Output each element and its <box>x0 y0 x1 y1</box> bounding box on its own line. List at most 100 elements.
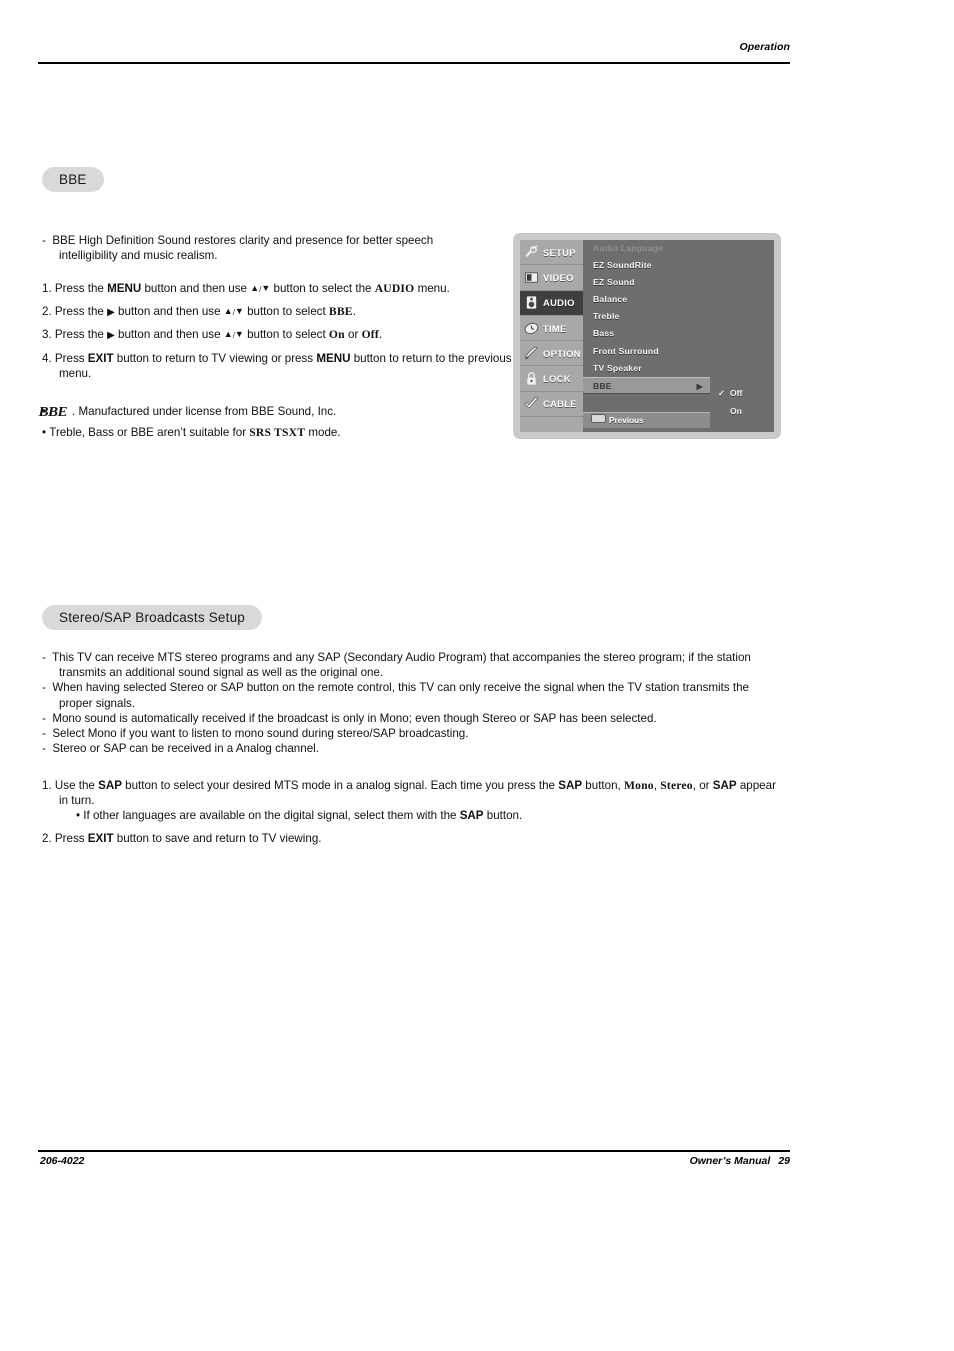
bbe-step-1: 1. Press the MENU button and then use ▲/… <box>42 281 512 297</box>
step-text: or <box>344 328 362 342</box>
step-text: . <box>352 305 356 319</box>
speaker-icon <box>526 296 537 309</box>
osd-sidebar-item-time[interactable]: TIME <box>520 316 583 342</box>
osd-menu-item-bbe[interactable]: BBE ▶ <box>583 376 710 394</box>
footer-manual-info: Owner’s Manual 29 <box>400 1155 790 1167</box>
bold-term: Stereo <box>660 779 693 792</box>
stereo-sap-steps-list: 1. Use the SAP button to select your des… <box>42 778 777 853</box>
padlock-icon <box>527 372 536 385</box>
osd-sidebar-item-video[interactable]: VIDEO <box>520 265 583 291</box>
step-text: menu. <box>414 282 450 295</box>
step-text: button to return to TV viewing or press <box>113 351 317 365</box>
bbe-notes-list: • BBE . Manufactured under license from B… <box>38 404 502 446</box>
step-text: button to select <box>243 328 329 342</box>
stereo-sap-bullet: - Mono sound is automatically received i… <box>42 711 657 725</box>
bbe-step-2: 2. Press the ▶ button and then use ▲/▼ b… <box>42 304 512 320</box>
bbe-note-2: • Treble, Bass or BBE aren’t suitable fo… <box>42 425 502 440</box>
osd-sidebar-label: AUDIO <box>543 297 575 309</box>
osd-menu-item-ez-sound[interactable]: EZ Sound <box>583 274 710 291</box>
osd-menu-label: Front Surround <box>593 345 659 356</box>
osd-previous-label: Previous <box>609 416 644 425</box>
osd-menu-item-ez-soundrite[interactable]: EZ SoundRite <box>583 257 710 274</box>
clock-icon <box>524 322 539 334</box>
check-icon <box>524 396 539 410</box>
step-text: button and then use <box>114 305 224 319</box>
subnote-text: button. <box>483 809 523 823</box>
step-text: button to select your desired MTS mode i… <box>121 779 559 792</box>
osd-sidebar-item-option[interactable]: OPTION <box>520 341 583 367</box>
step-text: button to select the <box>270 282 375 295</box>
osd-sidebar-item-setup[interactable]: SETUP <box>520 240 583 266</box>
bold-term: Mono <box>623 779 654 792</box>
osd-sidebar: SETUP VIDEO AUDIO TIME OPTION LOCK CABLE <box>520 240 583 432</box>
osd-sidebar-label: VIDEO <box>543 271 574 283</box>
bbe-note-1: • BBE. Manufactured under license from B… <box>38 404 502 419</box>
osd-submenu-label: On <box>730 406 742 416</box>
osd-menu-label: Bass <box>593 328 615 339</box>
footer-page-number: 29 <box>778 1155 790 1167</box>
osd-submenu-option-on[interactable]: On <box>710 403 774 420</box>
osd-menu-item-treble[interactable]: Treble <box>583 308 710 325</box>
bold-term: SAP <box>558 779 583 792</box>
step-number: 1. <box>42 779 52 792</box>
osd-menu-item-tv-speaker[interactable]: TV Speaker <box>583 360 710 377</box>
osd-menu-label: Balance <box>593 294 628 305</box>
bold-term: SAP <box>712 779 737 792</box>
osd-menu-label: Treble <box>593 311 620 322</box>
bbe-step-4: 4. Press EXIT button to return to TV vie… <box>42 351 512 381</box>
step-text: Press the <box>54 328 108 342</box>
osd-menu-item-audio-language[interactable]: Audio Language <box>583 240 710 257</box>
step-number: 3. <box>42 328 52 342</box>
osd-submenu-option-off[interactable]: ✓ Off <box>710 385 774 402</box>
down-arrow-icon: ▼ <box>234 306 244 317</box>
osd-sidebar-item-cable[interactable]: CABLE <box>520 392 583 418</box>
monitor-icon <box>524 272 539 283</box>
osd-sidebar-item-audio[interactable]: AUDIO <box>520 290 583 316</box>
osd-menu-item-balance[interactable]: Balance <box>583 291 710 308</box>
stereo-sap-bullet: - When having selected Stereo or SAP but… <box>42 681 749 710</box>
bbe-description: - BBE High Definition Sound restores cla… <box>42 234 434 263</box>
bullet-text: When having selected Stereo or SAP butto… <box>52 681 749 710</box>
osd-sidebar-item-lock[interactable]: LOCK <box>520 366 583 392</box>
bold-term: AUDIO <box>374 282 415 295</box>
osd-sidebar-label: CABLE <box>543 398 577 410</box>
bbe-step-3: 3. Press the ▶ button and then use ▲/▼ b… <box>42 327 512 343</box>
step-number: 1. <box>42 282 52 295</box>
osd-menu-list: Audio Language EZ SoundRite EZ Sound Bal… <box>583 240 710 432</box>
bullet-text: Mono sound is automatically received if … <box>52 711 657 725</box>
step-number: 2. <box>42 305 52 319</box>
stereo-sap-bullet: - This TV can receive MTS stereo program… <box>42 651 751 680</box>
manual-page: Operation BBE - BBE High Definition Soun… <box>0 0 954 1351</box>
satellite-dish-icon <box>525 245 538 257</box>
osd-sidebar-label: SETUP <box>543 246 576 258</box>
subnote-text: If other languages are available on the … <box>83 809 460 823</box>
bold-term: MENU <box>107 282 142 295</box>
section-heading-bbe: BBE <box>42 167 104 192</box>
step-text: button, <box>582 779 624 792</box>
bullet-text: Stereo or SAP can be received in a Analo… <box>52 742 319 756</box>
osd-menu-item-bass[interactable]: Bass <box>583 325 710 342</box>
note-text: Treble, Bass or BBE aren’t suitable for <box>49 426 250 440</box>
step-text: Press <box>54 351 88 365</box>
osd-sidebar-label: TIME <box>543 322 567 334</box>
step-number: 4. <box>42 351 52 365</box>
stereo-sap-step-1-subnote: • If other languages are available on th… <box>59 808 777 823</box>
step-text: Press <box>54 831 88 845</box>
osd-menu-label: EZ SoundRite <box>593 260 652 271</box>
up-arrow-icon: ▲ <box>223 329 233 340</box>
bold-term: Off <box>361 328 379 342</box>
previous-key-icon <box>591 414 606 423</box>
osd-menu-label: BBE <box>593 380 612 391</box>
up-arrow-icon: ▲ <box>223 306 233 317</box>
footer-rule <box>38 1150 790 1152</box>
osd-menu-item-front-surround[interactable]: Front Surround <box>583 343 710 360</box>
osd-sidebar-label: OPTION <box>543 347 581 359</box>
stereo-sap-bullet: - Select Mono if you want to listen to m… <box>42 727 469 741</box>
bbe-steps-list: 1. Press the MENU button and then use ▲/… <box>42 281 512 381</box>
bold-term: SAP <box>98 779 122 792</box>
osd-submenu-label: Off <box>730 388 743 398</box>
stereo-sap-bullets: - This TV can receive MTS stereo program… <box>42 650 777 756</box>
bullet-text: Select Mono if you want to listen to mon… <box>52 727 469 741</box>
osd-previous-button[interactable]: Previous <box>583 412 710 428</box>
step-text: Use the <box>54 779 99 792</box>
